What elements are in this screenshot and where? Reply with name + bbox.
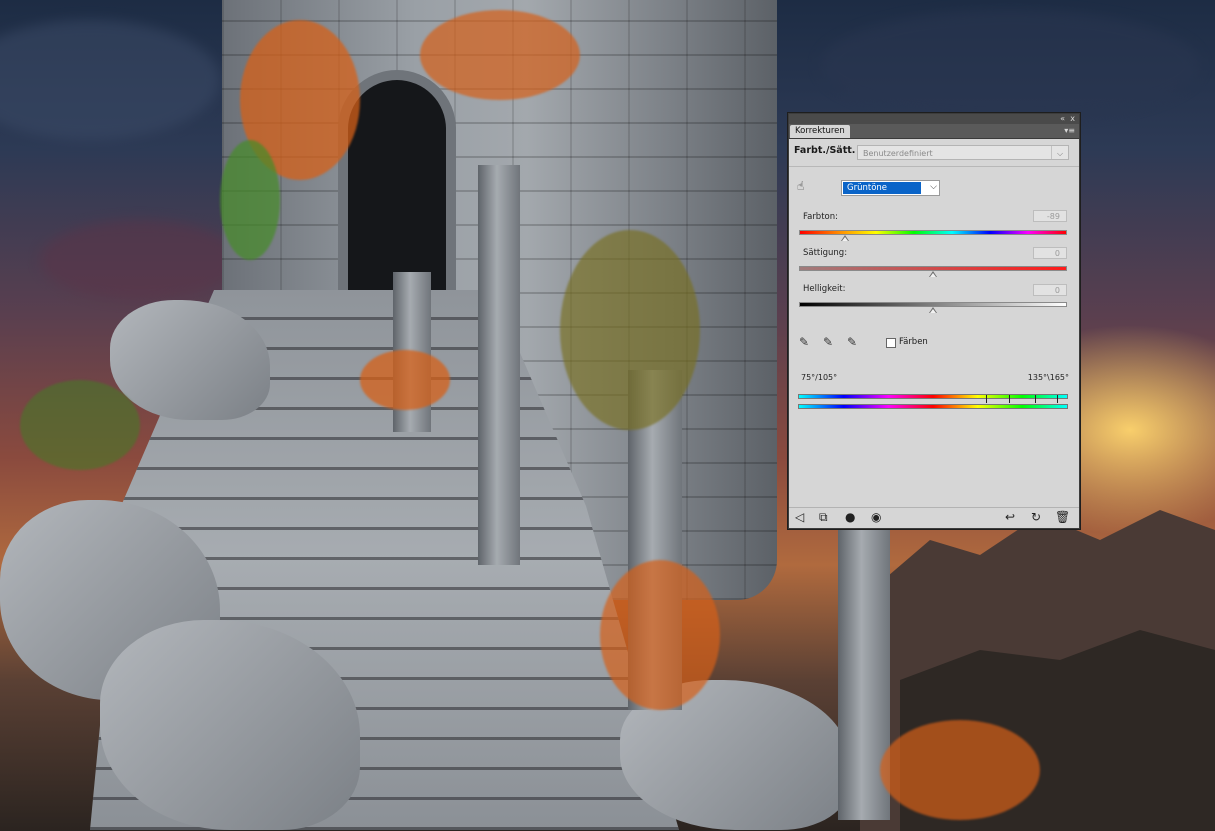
lightness-slider-thumb[interactable] — [929, 307, 937, 313]
chevron-down-icon: ⌵ — [1051, 146, 1068, 159]
color-range-value: Grüntöne — [843, 182, 921, 194]
chevron-down-icon: ⌵ — [930, 182, 937, 192]
tower-door — [348, 80, 446, 300]
hue-input[interactable]: -89 — [1033, 210, 1067, 222]
lightness-label: Helligkeit: — [803, 284, 846, 294]
eyedropper-icon[interactable]: ✎ — [799, 335, 809, 349]
preset-value: Benutzerdefiniert — [863, 149, 933, 158]
divider — [789, 166, 1079, 167]
colorize-checkbox[interactable] — [886, 338, 896, 348]
adjustments-panel: « x Korrekturen ▾≡ Farbt./Sätt. Benutzer… — [788, 113, 1080, 529]
lightness-input[interactable]: 0 — [1033, 284, 1067, 296]
color-range-select[interactable]: Grüntöne ⌵ — [841, 180, 940, 196]
saturation-label: Sättigung: — [803, 248, 848, 258]
range-slider-handle[interactable] — [986, 395, 987, 403]
saturation-input[interactable]: 0 — [1033, 247, 1067, 259]
saturation-slider-thumb[interactable] — [929, 271, 937, 277]
spectrum-bar-bottom — [798, 404, 1068, 409]
back-arrow-icon[interactable]: ◁ — [795, 510, 804, 524]
panel-menu-icon[interactable]: ▾≡ — [1064, 126, 1075, 135]
adjustment-title: Farbt./Sätt. — [794, 145, 856, 156]
collapse-panel-button[interactable]: « — [1060, 114, 1065, 124]
range-right-readout: 135°\165° — [1027, 373, 1069, 382]
clip-to-layer-icon[interactable]: ⧉ — [819, 510, 828, 524]
delete-trash-icon[interactable]: 🗑 — [1055, 510, 1070, 524]
spectrum-bar-top — [798, 394, 1068, 399]
layer-mask-icon[interactable]: ● — [845, 510, 855, 524]
reset-icon[interactable]: ↻ — [1031, 510, 1041, 524]
range-slider-handle[interactable] — [1057, 395, 1058, 403]
eyedropper-minus-icon[interactable]: ✎ — [847, 335, 857, 349]
panel-tab-strip: Korrekturen ▾≡ — [789, 124, 1079, 139]
colorize-label: Färben — [899, 337, 928, 347]
preset-dropdown[interactable]: Benutzerdefiniert ⌵ — [857, 145, 1069, 160]
hue-label: Farbton: — [803, 212, 838, 222]
hue-slider-track[interactable] — [799, 230, 1067, 235]
stone-pillar — [478, 165, 520, 565]
visibility-eye-icon[interactable]: ◉ — [871, 510, 881, 524]
eyedropper-plus-icon[interactable]: ✎ — [823, 335, 833, 349]
range-left-readout: 75°/105° — [801, 373, 838, 382]
panel-bottom-toolbar: ◁ ⧉ ● ◉ ↩ ↻ 🗑 — [789, 507, 1079, 528]
panel-title-bar[interactable]: « x — [789, 114, 1079, 124]
range-slider-handle[interactable] — [1009, 395, 1010, 403]
view-previous-state-icon[interactable]: ↩ — [1005, 510, 1015, 524]
target-hand-icon[interactable]: ☝ — [797, 179, 804, 193]
range-slider-handle[interactable] — [1035, 395, 1036, 403]
close-panel-button[interactable]: x — [1070, 114, 1075, 124]
hue-slider-thumb[interactable] — [840, 235, 849, 241]
tab-korrekturen[interactable]: Korrekturen — [790, 125, 850, 138]
